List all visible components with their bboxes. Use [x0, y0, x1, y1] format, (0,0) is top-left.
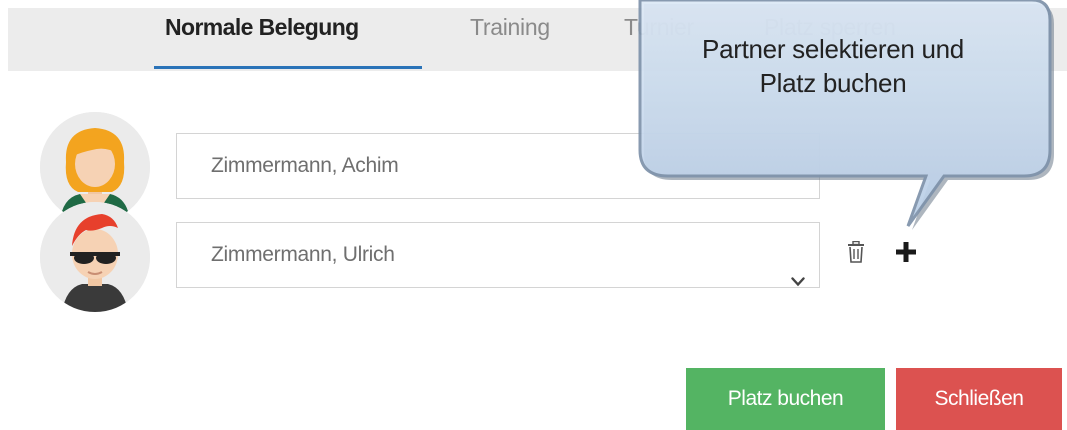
- male-sunglasses-avatar-icon: [40, 202, 150, 312]
- tooltip-line-2: Platz buchen: [759, 68, 907, 98]
- partner-1-field[interactable]: Zimmermann, Achim: [176, 133, 820, 199]
- tab-training[interactable]: Training: [470, 14, 550, 41]
- active-tab-indicator: [154, 66, 422, 69]
- tab-normale-belegung[interactable]: Normale Belegung: [165, 14, 359, 41]
- tooltip-line-1: Partner selektieren und: [702, 34, 964, 64]
- plus-icon[interactable]: [896, 242, 916, 267]
- tooltip-text: Partner selektieren und Platz buchen: [660, 32, 1006, 100]
- chevron-down-icon: [791, 249, 805, 313]
- partner-1-value: Zimmermann, Achim: [211, 154, 399, 177]
- partner-2-value: Zimmermann, Ulrich: [211, 243, 395, 266]
- trash-icon[interactable]: [847, 240, 865, 268]
- schliessen-button[interactable]: Schließen: [896, 368, 1062, 430]
- platz-buchen-button[interactable]: Platz buchen: [686, 368, 885, 430]
- partner-2-select[interactable]: Zimmermann, Ulrich: [176, 222, 820, 288]
